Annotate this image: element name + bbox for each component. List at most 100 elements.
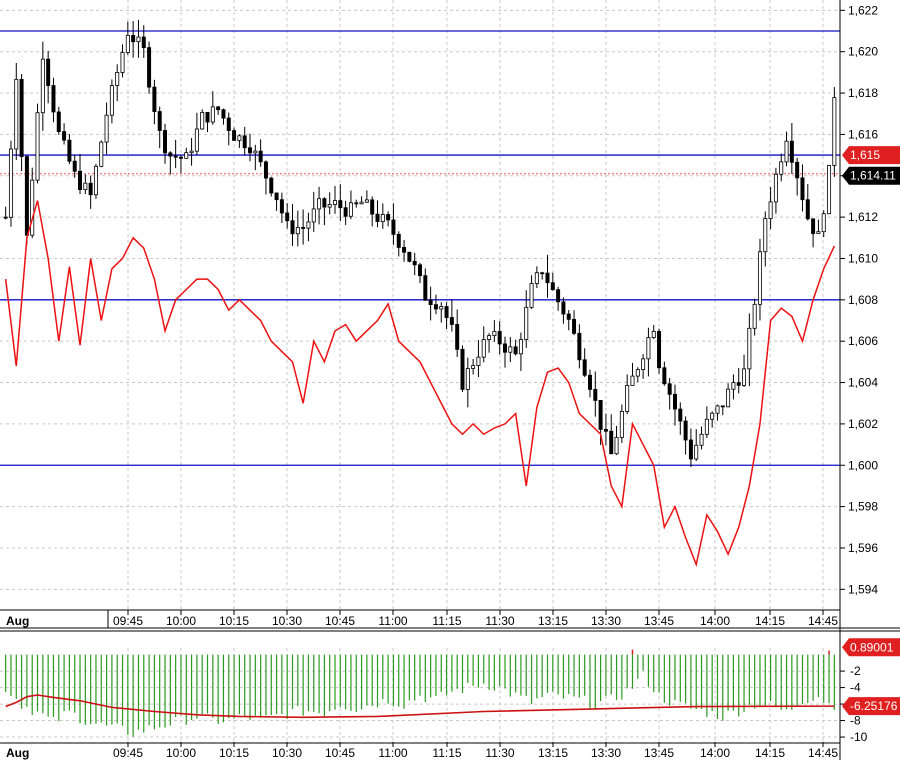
candle [295,210,300,247]
candle [62,123,67,145]
candle-body [614,436,619,455]
candle-body [232,130,237,141]
candle-body [816,231,821,234]
x-tick-label: 10:30 [272,746,302,760]
candle [72,154,77,178]
candle [269,176,274,197]
candle [742,354,747,387]
candle [811,218,816,248]
candle [263,160,268,195]
candle [635,367,640,383]
candle-body [460,348,465,390]
candle [359,196,364,205]
candle-body [518,339,523,355]
candle [805,184,810,221]
candle-body [641,358,646,370]
candle [391,203,396,245]
candle [832,87,837,177]
candle-body [370,199,375,215]
candle [380,203,385,229]
candle [248,133,253,162]
price-tick-label: 1,606 [848,334,878,348]
candle-body [412,260,417,266]
horizontal-levels [0,30,840,466]
candle-body [773,173,778,203]
candle-body [779,161,784,175]
candle-body [375,213,380,222]
candle [699,426,704,450]
candle [19,74,24,172]
candle-body [51,85,56,113]
candle-body [784,140,789,163]
candle-body [752,303,757,329]
candle-body [582,359,587,376]
candle-body [189,150,194,154]
candle [423,268,428,301]
candle [625,374,630,415]
candle-body [364,199,369,203]
candle [152,79,157,125]
price-grid [0,0,840,610]
candle-body [327,204,332,208]
stock-chart[interactable]: 1,594 1,596 1,598 1,600 1,602 1,604 1,606 1,608… [0,0,900,760]
x-tick-label: 13:45 [644,614,674,628]
x-tick-label: 14:15 [755,614,785,628]
candle [460,345,465,392]
candle [67,134,72,165]
candle [237,134,242,148]
candle [93,163,98,199]
candle-body [811,218,816,234]
candle [232,127,237,141]
x-tick-label: 13:30 [591,614,621,628]
candle [587,369,592,398]
candle-body [359,201,364,205]
candle-body [742,368,747,386]
candle [24,155,29,245]
candle [651,324,656,340]
candle-body [534,272,539,284]
candle-body [768,201,773,219]
candle-body [603,429,608,432]
candle [768,187,773,230]
x-tick-label: 11:30 [485,746,514,760]
hist-tick-label: -2 [850,664,861,678]
candle-body [418,264,422,277]
price-tick-label: 1,620 [848,45,878,59]
candle-body [465,368,470,390]
candle-body [301,227,306,229]
candle-body [678,408,683,422]
candle-body [715,405,720,414]
candle [258,139,263,167]
candle [572,310,577,336]
price-tag: 1,614.11 [842,166,900,185]
candle-body [380,214,385,222]
candle [614,425,619,455]
x-tick-label: 10:00 [166,614,196,628]
candle [407,251,412,263]
candle [545,254,550,298]
candle [200,109,205,130]
candle-body [598,399,603,430]
candle-body [120,52,125,73]
candle-body [667,383,672,395]
candle-body [471,365,476,369]
candle-body [88,182,93,196]
candle [609,414,614,455]
candle [641,354,646,379]
candle-body [688,439,693,460]
candle [333,186,338,214]
candle-body [348,202,353,217]
candle-body [62,131,67,141]
candle-body [67,139,72,162]
x-tick-label: 14:00 [700,614,730,628]
candle-body [481,339,486,358]
price-tick-label: 1,618 [848,86,878,100]
price-tag: 1,615 [842,146,900,165]
candle-body [407,251,412,262]
price-tick-label: 1,610 [848,251,878,265]
candle-body [157,111,162,131]
candle-body [131,34,136,43]
candle [120,44,125,78]
hist-tick-label: -8 [850,714,861,728]
candle-body [821,213,826,233]
